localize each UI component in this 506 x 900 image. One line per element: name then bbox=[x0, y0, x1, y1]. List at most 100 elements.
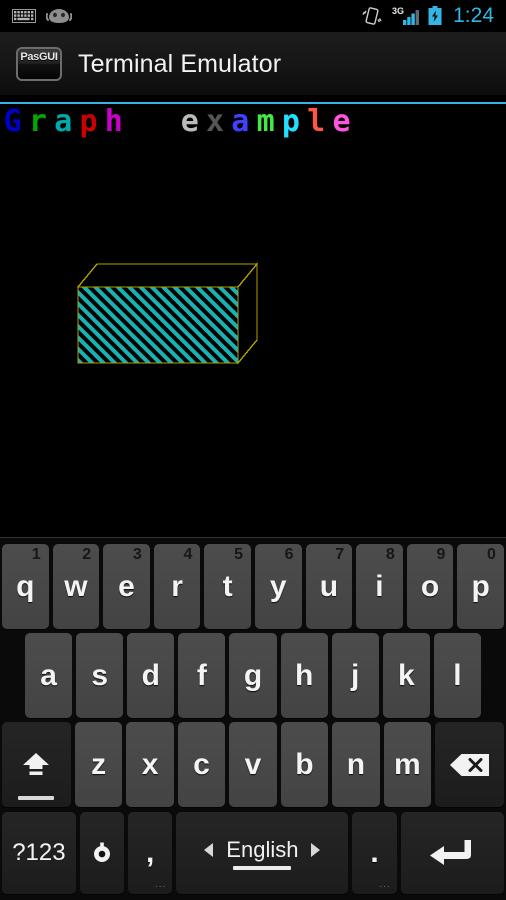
key-e[interactable]: e3 bbox=[103, 544, 150, 629]
status-bar-right-icons: 3G 1:24 bbox=[361, 5, 506, 28]
key-d-label: d bbox=[141, 658, 160, 692]
key-a-label: a bbox=[40, 658, 57, 692]
key-u[interactable]: u7 bbox=[305, 544, 353, 629]
key-h[interactable]: h bbox=[280, 633, 328, 718]
key-symbols-label: ?123 bbox=[12, 839, 66, 866]
key-x-label: x bbox=[141, 747, 159, 781]
key-p[interactable]: p0 bbox=[457, 544, 504, 629]
key-u-number-hint: 7 bbox=[335, 546, 345, 563]
prev-language-arrow-icon[interactable] bbox=[204, 842, 214, 857]
key-s-label: s bbox=[91, 658, 108, 692]
shift-icon bbox=[23, 752, 50, 775]
key-w-number-hint: 2 bbox=[82, 546, 92, 563]
key-p-label: p bbox=[471, 569, 490, 603]
status-bar: 3G 1:24 bbox=[0, 0, 506, 32]
keyboard-row-4: ?123,... English.... bbox=[0, 812, 506, 894]
key-r-label: r bbox=[171, 569, 183, 603]
key-k-label: k bbox=[397, 658, 415, 692]
key-g[interactable]: g bbox=[229, 633, 277, 718]
key-i-label: i bbox=[375, 569, 384, 603]
key-n[interactable]: n bbox=[332, 722, 380, 807]
key-v-label: v bbox=[244, 747, 262, 781]
key-settings[interactable] bbox=[79, 812, 125, 894]
key-comma-more-dots: ... bbox=[154, 879, 167, 890]
key-z[interactable]: z bbox=[74, 722, 123, 807]
key-enter[interactable] bbox=[400, 812, 504, 894]
key-w[interactable]: w2 bbox=[52, 544, 100, 629]
key-t[interactable]: t5 bbox=[204, 544, 251, 629]
space-language-label: English bbox=[226, 836, 299, 862]
shift-lock-indicator bbox=[18, 796, 55, 800]
page-title: Terminal Emulator bbox=[78, 49, 282, 78]
key-o[interactable]: o9 bbox=[406, 544, 454, 629]
key-e-label: e bbox=[118, 569, 135, 603]
key-c-label: c bbox=[193, 747, 210, 781]
vibrate-icon bbox=[362, 7, 382, 25]
key-e-number-hint: 3 bbox=[132, 546, 142, 563]
key-r-number-hint: 4 bbox=[183, 546, 193, 563]
key-o-label: o bbox=[420, 569, 440, 603]
key-g-label: g bbox=[243, 658, 263, 692]
svg-text:3G: 3G bbox=[392, 6, 404, 16]
key-y[interactable]: y6 bbox=[254, 544, 302, 629]
key-comma-label: , bbox=[146, 836, 155, 869]
signal-3g-icon: 3G bbox=[392, 6, 420, 25]
key-x[interactable]: x bbox=[126, 722, 174, 807]
enter-icon bbox=[430, 840, 472, 865]
key-period[interactable]: .... bbox=[352, 812, 397, 894]
key-symbols[interactable]: ?123 bbox=[2, 812, 76, 894]
key-l[interactable]: l bbox=[433, 633, 481, 718]
key-t-label: t bbox=[222, 569, 233, 603]
key-shift[interactable] bbox=[2, 722, 71, 807]
settings-icon bbox=[93, 842, 110, 862]
key-b[interactable]: b bbox=[280, 722, 329, 807]
keyboard-top-divider bbox=[0, 537, 506, 538]
key-space[interactable]: English bbox=[176, 812, 349, 894]
key-a[interactable]: a bbox=[25, 633, 73, 718]
keyboard-icon bbox=[12, 9, 36, 23]
soft-keyboard[interactable]: q1w2e3r4t5y6u7i8o9p0 asdfghjkl zxcvbnm ?… bbox=[0, 537, 506, 900]
key-j-label: j bbox=[351, 658, 360, 692]
key-n-label: n bbox=[346, 747, 366, 781]
key-d[interactable]: d bbox=[127, 633, 175, 718]
key-l-label: l bbox=[453, 658, 462, 692]
key-i[interactable]: i8 bbox=[356, 544, 403, 629]
key-p-number-hint: 0 bbox=[487, 546, 496, 563]
key-j[interactable]: j bbox=[331, 633, 379, 718]
status-bar-clock: 1:24 bbox=[453, 3, 494, 27]
key-i-number-hint: 8 bbox=[385, 546, 395, 563]
key-b-label: b bbox=[295, 747, 314, 781]
key-period-label: . bbox=[370, 836, 379, 869]
key-q-number-hint: 1 bbox=[31, 546, 41, 563]
key-q-label: q bbox=[16, 569, 35, 603]
key-r[interactable]: r4 bbox=[153, 544, 201, 629]
key-h-label: h bbox=[294, 658, 314, 692]
key-m-label: m bbox=[394, 747, 421, 781]
key-c[interactable]: c bbox=[177, 722, 226, 807]
key-comma[interactable]: ,... bbox=[128, 812, 173, 894]
keyboard-row-2: asd f gh j k l bbox=[0, 633, 506, 718]
terminal-output[interactable]: Graph example bbox=[0, 104, 506, 537]
battery-charging-icon bbox=[428, 6, 442, 25]
app-icon-label: PasGUI bbox=[20, 51, 58, 63]
action-bar: PasGUI Terminal Emulator bbox=[0, 33, 506, 95]
status-bar-left-icons bbox=[0, 7, 72, 25]
space-bar-indicator bbox=[233, 865, 292, 870]
key-s[interactable]: s bbox=[76, 633, 124, 718]
key-z-label: z bbox=[91, 747, 107, 781]
next-language-arrow-icon[interactable] bbox=[311, 842, 321, 857]
key-f-label: f bbox=[196, 658, 207, 692]
backspace-icon bbox=[449, 753, 489, 776]
key-q[interactable]: q1 bbox=[2, 544, 49, 629]
key-f[interactable]: f bbox=[178, 633, 226, 718]
key-m[interactable]: m bbox=[383, 722, 432, 807]
key-v[interactable]: v bbox=[229, 722, 277, 807]
key-y-label: y bbox=[269, 569, 287, 603]
key-period-more-dots: ... bbox=[379, 879, 391, 890]
key-o-number-hint: 9 bbox=[436, 546, 446, 563]
key-backspace[interactable] bbox=[435, 722, 504, 807]
key-k[interactable]: k bbox=[382, 633, 430, 718]
key-t-number-hint: 5 bbox=[234, 546, 243, 563]
app-icon[interactable]: PasGUI bbox=[16, 47, 62, 81]
keyboard-row-3: zxcvbnm bbox=[0, 722, 506, 807]
